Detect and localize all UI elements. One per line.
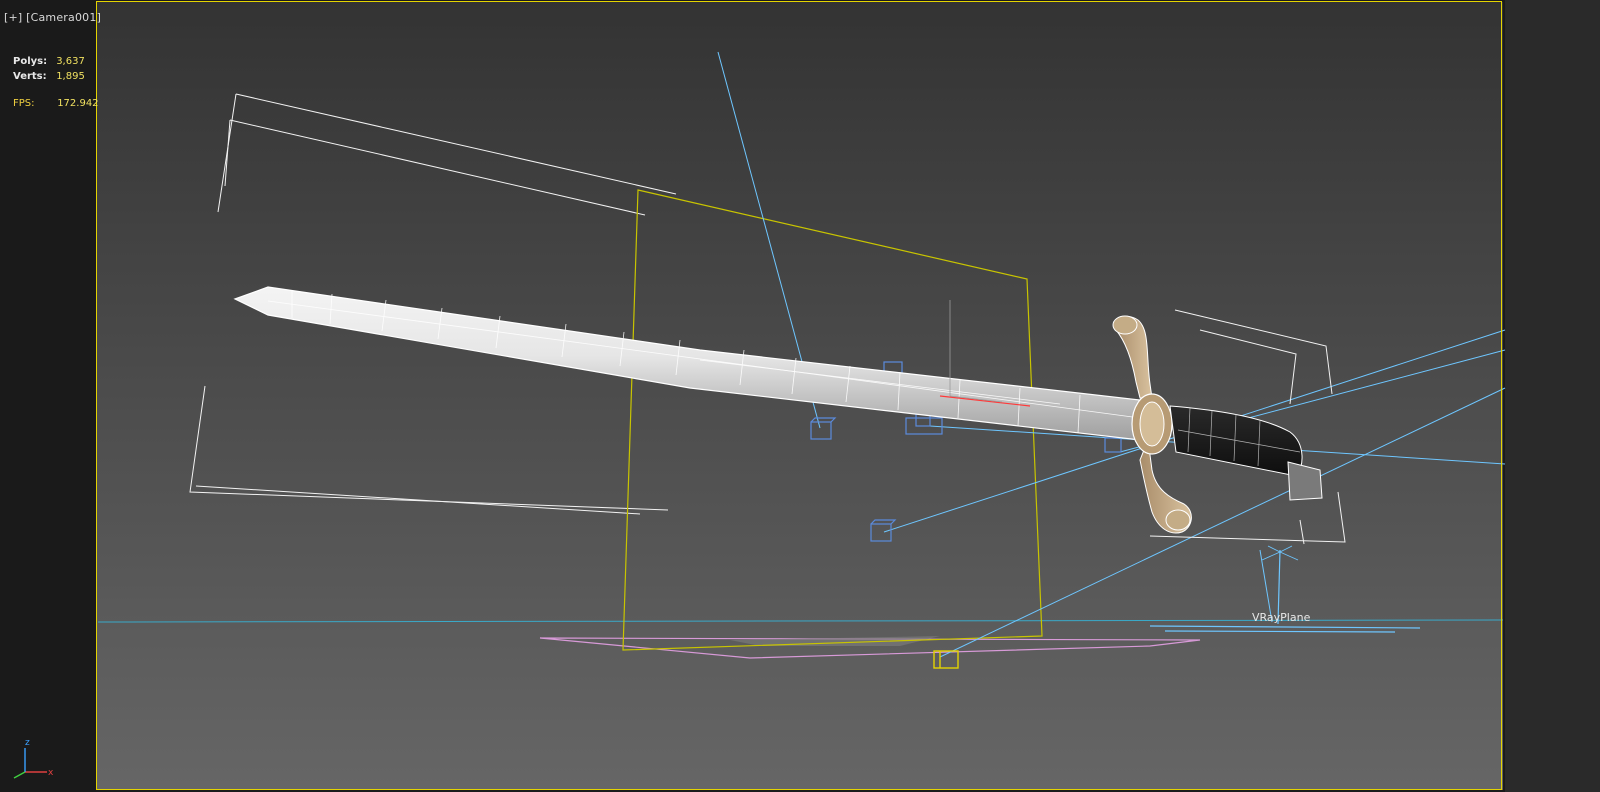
- vray-plane-gizmo[interactable]: VRayPlane: [1149, 545, 1421, 633]
- verts-value: 1,895: [56, 71, 85, 82]
- sword-blade[interactable]: [233, 286, 1141, 441]
- viewport-label[interactable]: [+] [Camera001]: [4, 11, 101, 24]
- axis-z-label: z: [25, 738, 30, 748]
- fps-label: FPS:: [13, 98, 35, 109]
- sword-grip[interactable]: [1169, 405, 1323, 501]
- light-gizmo-1[interactable]: [810, 417, 837, 440]
- verts-label: Verts:: [13, 71, 47, 82]
- viewport-camera-name[interactable]: [Camera001]: [26, 11, 101, 24]
- view-axis-gizmo: x z: [13, 738, 54, 779]
- viewport-statistics: Polys: 3,637 Verts: 1,895 FPS: 172.942: [13, 54, 99, 111]
- camera-target-gizmo[interactable]: [933, 650, 959, 669]
- vray-plane-label: VRayPlane: [1252, 611, 1311, 624]
- axis-x-label: x: [48, 768, 54, 778]
- polys-row: Polys: 3,637: [13, 54, 99, 69]
- light-gizmo-2[interactable]: [870, 519, 897, 542]
- fps-value: 172.942: [57, 98, 99, 109]
- max-app: VRayPlane x z [+] [Camera001] Polys: 3,6…: [0, 0, 1600, 792]
- polys-label: Polys:: [13, 56, 48, 67]
- polys-value: 3,637: [56, 56, 85, 67]
- fps-row: FPS: 172.942: [13, 96, 99, 111]
- light-rays: [717, 51, 1506, 658]
- verts-row: Verts: 1,895: [13, 69, 99, 84]
- scene-canvas[interactable]: VRayPlane x z: [0, 0, 1600, 792]
- viewport-menu-button[interactable]: [+]: [4, 11, 22, 24]
